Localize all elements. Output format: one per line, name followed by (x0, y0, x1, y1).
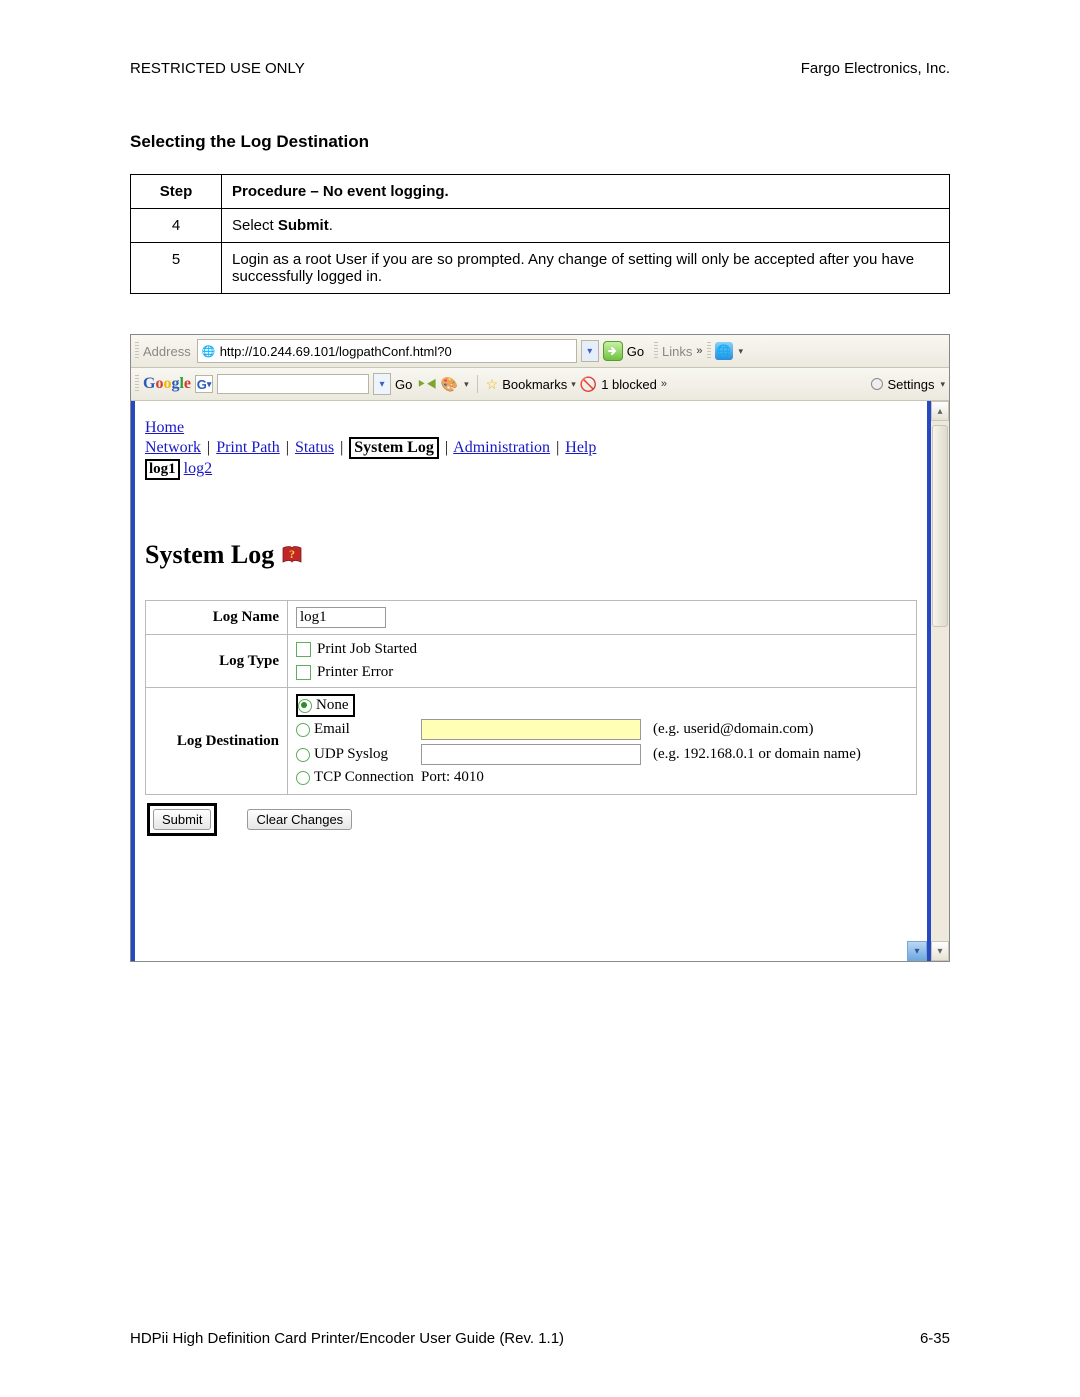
submit-button[interactable]: Submit (153, 809, 211, 830)
toolbar-grip[interactable] (135, 342, 139, 360)
udp-hint: (e.g. 192.168.0.1 or domain name) (641, 746, 908, 763)
step-text: Select Submit. (222, 209, 950, 243)
step-text-prefix: Select (232, 217, 278, 234)
scroll-track[interactable] (931, 421, 949, 941)
settings-icon[interactable] (871, 378, 883, 390)
log-name-label: Log Name (146, 601, 288, 635)
network-icon[interactable]: 🌐 (715, 342, 733, 360)
vertical-scrollbar[interactable]: ▴ ▾ (931, 401, 949, 961)
page-content: Home Network | Print Path | Status | Sys… (131, 401, 931, 961)
book-help-icon: ? (280, 544, 304, 566)
submit-highlight: Submit (147, 803, 217, 836)
links-chevron-icon[interactable]: » (696, 345, 702, 357)
ie-page-icon: 🌐 (202, 344, 216, 358)
address-field[interactable]: 🌐 http://10.244.69.101/logpathConf.html?… (197, 339, 577, 363)
dropdown-icon[interactable]: ▾ (464, 379, 469, 390)
table-row: 5 Login as a root User if you are so pro… (131, 243, 950, 294)
toolbar-grip[interactable] (135, 375, 139, 393)
tcp-port: Port: 4010 (421, 769, 641, 786)
star-icon[interactable]: ☆ (486, 376, 499, 393)
system-log-form: Log Name Log Type Print Job Started Prin… (145, 600, 917, 795)
section-title: Selecting the Log Destination (130, 132, 950, 152)
page-title: System Log ? (145, 540, 917, 570)
links-label[interactable]: Links (662, 344, 692, 359)
table-row: 4 Select Submit. (131, 209, 950, 243)
clear-button[interactable]: Clear Changes (247, 809, 352, 830)
google-nav-icons[interactable]: ⯈◀ (416, 377, 436, 392)
subnav-log1-selected[interactable]: log1 (145, 459, 180, 480)
google-go-label[interactable]: Go (395, 377, 412, 392)
opt-printer-error: Printer Error (317, 664, 393, 680)
dropdown-icon[interactable]: ▾ (940, 379, 945, 390)
nav-home[interactable]: Home (145, 419, 184, 436)
browser-window: Address 🌐 http://10.244.69.101/logpathCo… (130, 334, 950, 962)
checkbox-print-job[interactable] (296, 642, 311, 657)
blocked-icon[interactable]: 🚫 (580, 376, 597, 393)
google-toolbar: Google G▾ ▾ Go ⯈◀ 🎨 ▾ ☆ Bookmarks▾ 🚫 1 b… (131, 368, 949, 401)
procedure-table: Step Procedure – No event logging. 4 Sel… (130, 174, 950, 294)
log-name-input[interactable] (296, 607, 386, 628)
bookmarks-button[interactable]: Bookmarks▾ (502, 377, 576, 392)
settings-button[interactable]: Settings (887, 377, 934, 392)
nav-administration[interactable]: Administration (453, 439, 550, 456)
svg-text:?: ? (289, 547, 295, 561)
nav-status[interactable]: Status (295, 439, 334, 456)
radio-none[interactable] (298, 699, 312, 713)
scroll-thumb[interactable] (932, 425, 948, 627)
nav-system-log-selected[interactable]: System Log (349, 437, 439, 459)
toolbar-grip[interactable] (707, 342, 711, 360)
toolbar-grip[interactable] (654, 342, 658, 360)
col-proc: Procedure – No event logging. (222, 175, 950, 209)
google-g-button[interactable]: G▾ (195, 375, 213, 393)
address-dropdown[interactable]: ▾ (581, 340, 599, 362)
header-company: Fargo Electronics, Inc. (801, 60, 950, 77)
email-hint: (e.g. userid@domain.com) (641, 721, 908, 738)
col-step: Step (131, 175, 222, 209)
dest-none: None (316, 697, 349, 713)
dest-email: Email (314, 721, 350, 737)
opt-print-job: Print Job Started (317, 641, 417, 657)
google-search-input[interactable] (217, 374, 369, 394)
scroll-up-button[interactable]: ▴ (931, 401, 949, 421)
address-label: Address (143, 344, 191, 359)
radio-email[interactable] (296, 723, 310, 737)
breadcrumb-nav: Home Network | Print Path | Status | Sys… (145, 419, 917, 480)
scroll-down-button[interactable]: ▾ (931, 941, 949, 961)
google-misc-icon[interactable]: 🎨 (441, 376, 458, 393)
nav-print-path[interactable]: Print Path (216, 439, 280, 456)
dest-udp: UDP Syslog (314, 746, 388, 762)
dropdown-icon[interactable]: ▾ (739, 346, 744, 357)
footer-title: HDPii High Definition Card Printer/Encod… (130, 1330, 564, 1347)
nav-help[interactable]: Help (565, 439, 596, 456)
step-text-bold: Submit (278, 217, 329, 234)
radio-udp[interactable] (296, 748, 310, 762)
step-text: Login as a root User if you are so promp… (222, 243, 950, 294)
udp-input[interactable] (421, 744, 641, 765)
scroll-down-arrow-icon[interactable]: ▾ (907, 941, 927, 961)
step-text-suffix: . (329, 217, 333, 234)
nav-network[interactable]: Network (145, 439, 201, 456)
header-restricted: RESTRICTED USE ONLY (130, 60, 305, 77)
separator (477, 375, 478, 393)
google-logo[interactable]: Google (143, 375, 191, 393)
go-button[interactable] (603, 341, 623, 361)
address-toolbar: Address 🌐 http://10.244.69.101/logpathCo… (131, 335, 949, 368)
radio-tcp[interactable] (296, 771, 310, 785)
email-input[interactable] (421, 719, 641, 740)
dest-tcp: TCP Connection (314, 769, 414, 785)
arrow-right-icon (607, 345, 619, 357)
subnav-log2[interactable]: log2 (184, 460, 212, 477)
google-search-dropdown[interactable]: ▾ (373, 373, 391, 395)
overflow-chevron-icon[interactable]: » (661, 378, 667, 390)
log-destination-label: Log Destination (146, 688, 288, 795)
step-num: 4 (131, 209, 222, 243)
blocked-label[interactable]: 1 blocked (601, 377, 657, 392)
log-type-label: Log Type (146, 635, 288, 688)
footer-page: 6-35 (920, 1330, 950, 1347)
go-label: Go (627, 344, 644, 359)
checkbox-printer-error[interactable] (296, 665, 311, 680)
address-url: http://10.244.69.101/logpathConf.html?0 (220, 344, 452, 359)
step-num: 5 (131, 243, 222, 294)
